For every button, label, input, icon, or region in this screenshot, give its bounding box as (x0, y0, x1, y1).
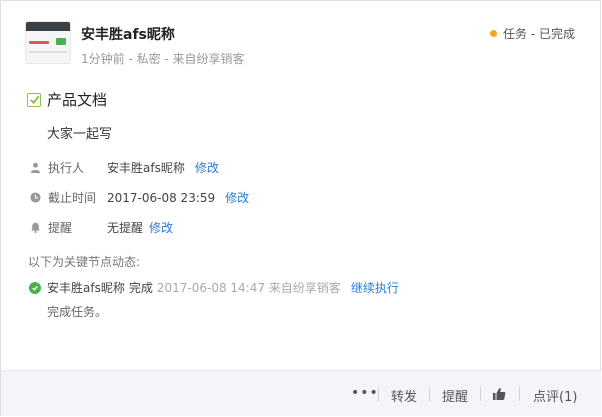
action-bar: ••• 转发 提醒 点评(1) (1, 370, 601, 416)
timeline-time: 2017-06-08 14:47 来自纷享销客 (156, 281, 341, 295)
check-icon (29, 95, 39, 104)
more-button[interactable]: ••• (351, 385, 379, 401)
edit-reminder-link[interactable]: 修改 (149, 219, 173, 236)
feed-card: 安丰胜afs昵称 1分钟前 - 私密 - 来自纷享销客 任务 - 已完成 产品文… (0, 0, 601, 416)
divider (480, 387, 481, 401)
status-badge: 任务 - 已完成 (490, 25, 575, 42)
timeline-entry: 安丰胜afs昵称 完成 2017-06-08 14:47 来自纷享销客 继续执行 (29, 279, 399, 296)
status-dot-icon (490, 30, 498, 37)
edit-deadline-link[interactable]: 修改 (225, 189, 249, 206)
field-assignee: 执行人 安丰胜afs昵称 修改 (29, 159, 219, 176)
field-label: 截止时间 (48, 191, 97, 205)
task-description: 大家一起写 (47, 127, 113, 142)
divider (378, 387, 379, 401)
clock-icon (29, 192, 41, 204)
field-label: 提醒 (48, 221, 73, 235)
field-deadline: 截止时间 2017-06-08 23:59 修改 (29, 189, 249, 206)
bell-icon (29, 222, 41, 234)
field-reminder: 提醒 无提醒 修改 (29, 219, 173, 236)
divider (429, 387, 430, 401)
timeline-note: 完成任务。 (47, 305, 108, 319)
timeline-action: 完成 (128, 281, 153, 295)
thumbs-up-icon (493, 388, 506, 400)
field-value: 2017-06-08 23:59 (107, 190, 216, 205)
timeline-heading: 以下为关键节点动态: (28, 255, 141, 269)
post-meta: 1分钟前 - 私密 - 来自纷享销客 (81, 52, 245, 66)
avatar[interactable] (25, 21, 71, 64)
edit-assignee-link[interactable]: 修改 (195, 159, 219, 176)
continue-task-link[interactable]: 继续执行 (351, 279, 399, 296)
timeline-actor[interactable]: 安丰胜afs昵称 (47, 279, 125, 296)
field-value: 无提醒 (107, 221, 144, 235)
task-title: 产品文档 (47, 91, 108, 109)
status-text: 任务 - 已完成 (503, 27, 575, 41)
check-circle-icon (29, 281, 41, 294)
author-name[interactable]: 安丰胜afs昵称 (81, 24, 175, 44)
person-icon (29, 162, 41, 174)
task-complete-checkbox[interactable] (27, 92, 41, 107)
field-label: 执行人 (48, 161, 85, 175)
like-button[interactable] (492, 387, 506, 405)
forward-button[interactable]: 转发 (391, 386, 417, 405)
remind-button[interactable]: 提醒 (442, 386, 468, 405)
task-title-row: 产品文档 (27, 89, 107, 110)
divider (519, 387, 520, 401)
field-value: 安丰胜afs昵称 (107, 161, 185, 175)
comment-button[interactable]: 点评(1) (533, 386, 577, 405)
